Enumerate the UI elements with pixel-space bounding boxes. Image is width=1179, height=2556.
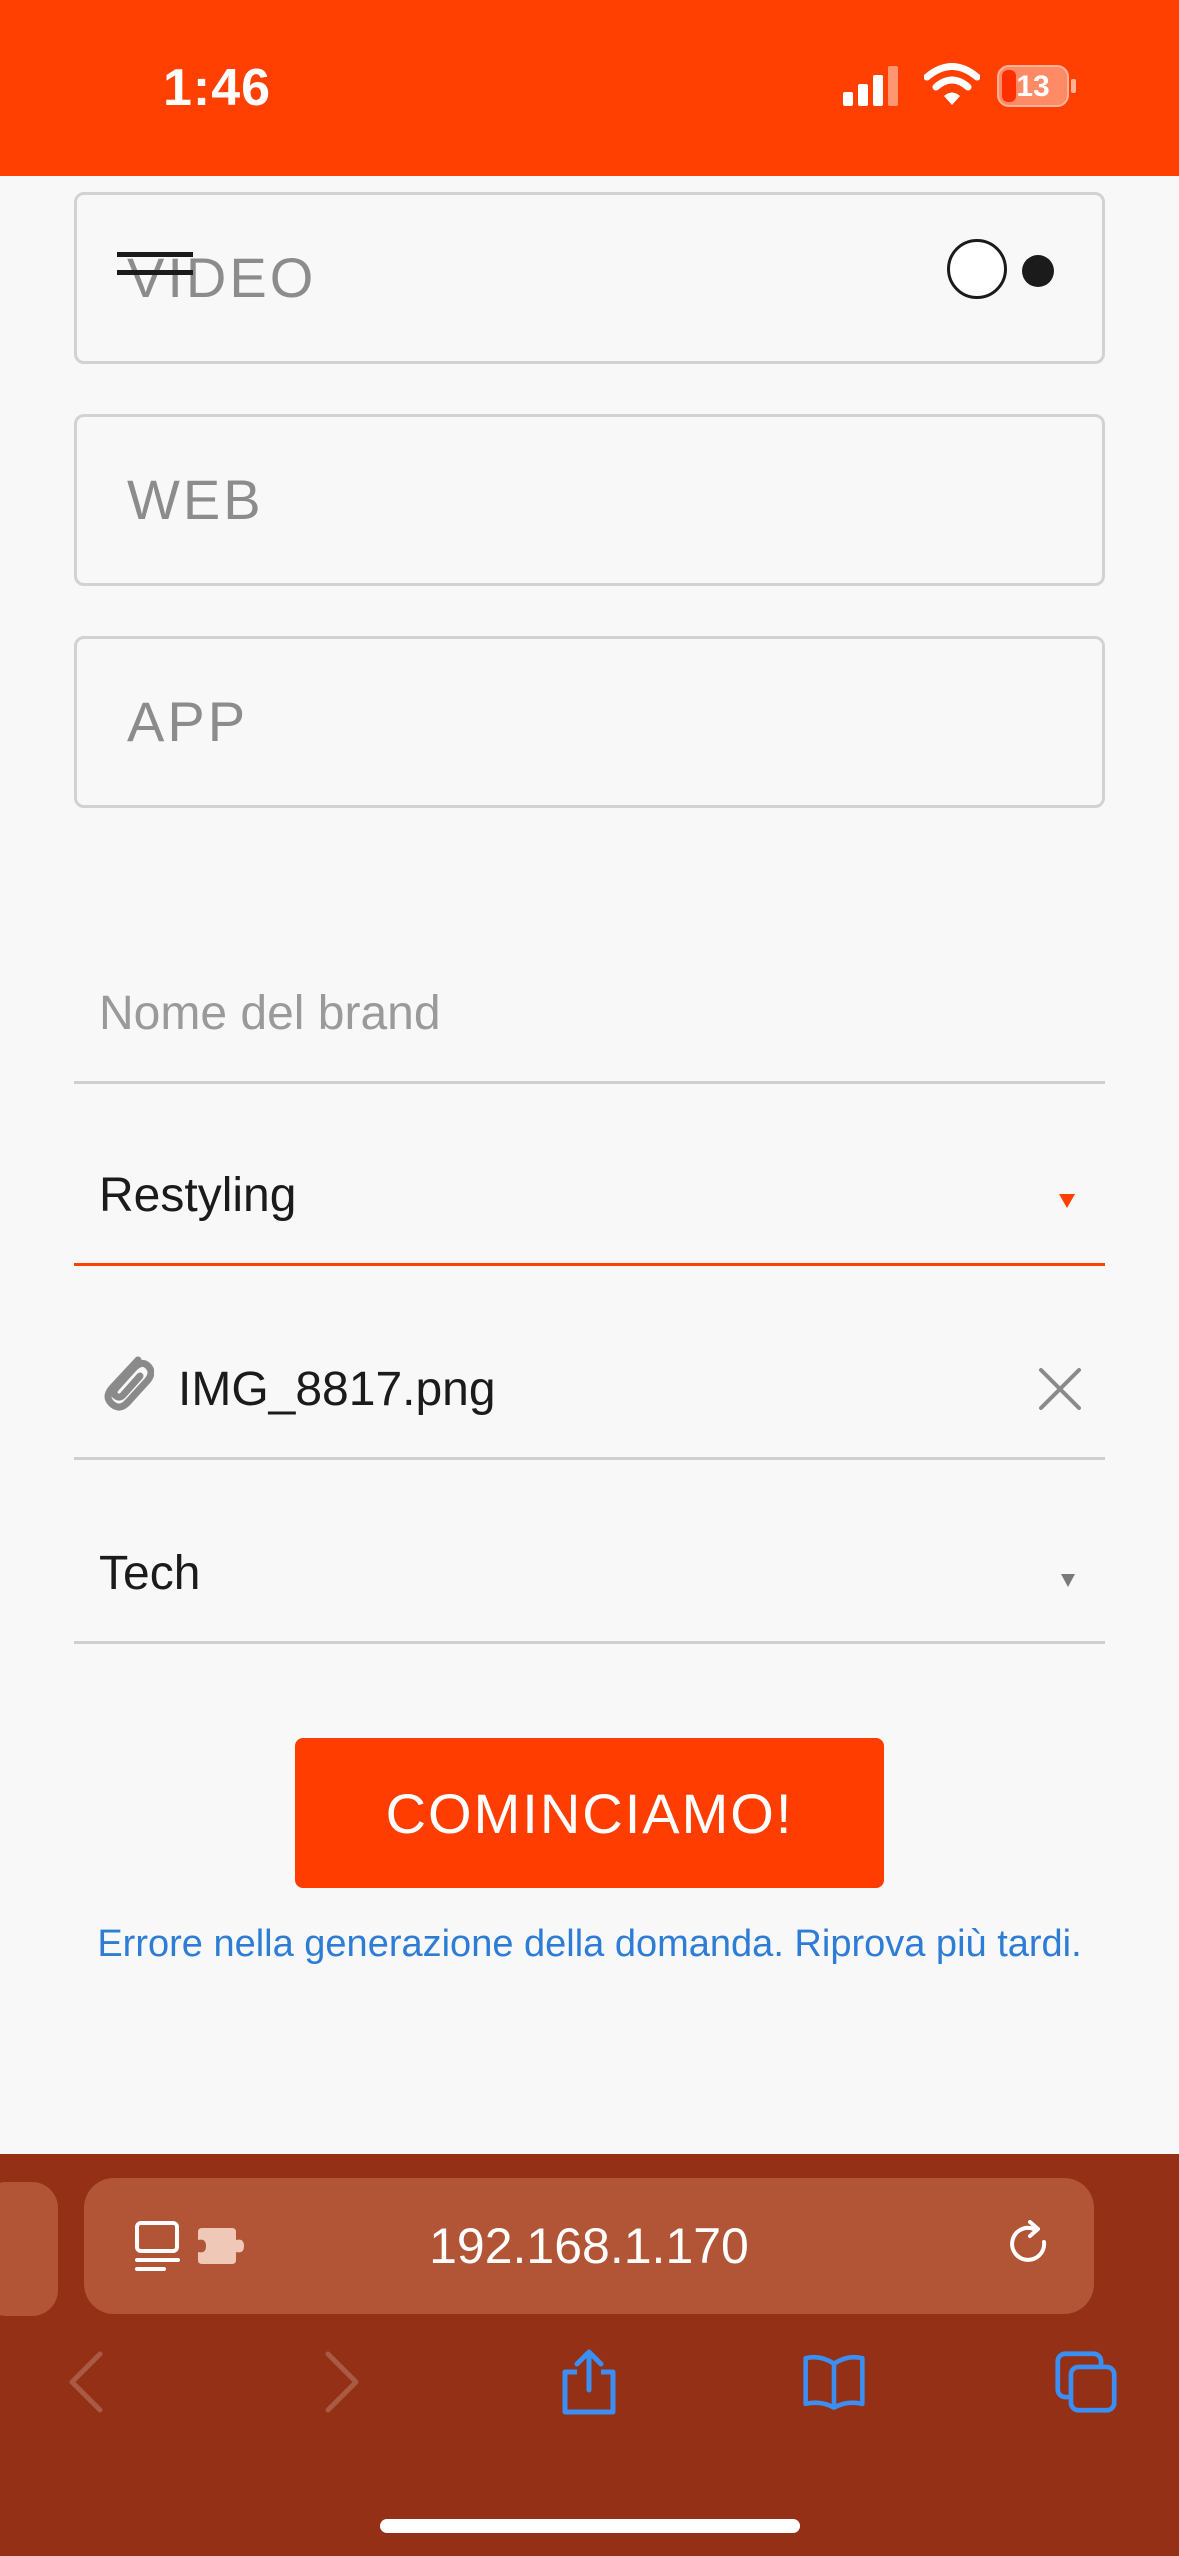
- brand-name-placeholder: Nome del brand: [99, 987, 441, 1040]
- service-select-value: Restyling: [99, 1169, 297, 1222]
- back-icon[interactable]: [56, 2348, 120, 2416]
- wifi-icon: [924, 63, 980, 105]
- sector-select[interactable]: Tech: [74, 1510, 1105, 1644]
- menu-icon[interactable]: [117, 252, 197, 282]
- option-label: WEB: [127, 468, 264, 531]
- attachment-field[interactable]: IMG_8817.png: [74, 1320, 1105, 1460]
- option-label: APP: [127, 690, 249, 753]
- submit-button[interactable]: COMINCIAMO!: [295, 1738, 884, 1888]
- forward-icon[interactable]: [308, 2348, 372, 2416]
- home-indicator[interactable]: [380, 2519, 800, 2533]
- reload-icon[interactable]: [1004, 2220, 1056, 2272]
- paperclip-icon: [104, 1356, 154, 1411]
- status-bar: 1:46 13: [0, 0, 1179, 176]
- toggle-dot: [1022, 255, 1054, 287]
- close-icon[interactable]: [1037, 1366, 1083, 1412]
- service-select[interactable]: Restyling: [74, 1130, 1105, 1266]
- chevron-down-icon: [1061, 1574, 1075, 1587]
- share-icon[interactable]: [557, 2348, 621, 2416]
- option-web[interactable]: WEB: [74, 414, 1105, 586]
- error-message: Errore nella generazione della domanda. …: [97, 1923, 1082, 1965]
- chevron-down-icon: [1059, 1194, 1075, 1208]
- bookmarks-icon[interactable]: [802, 2348, 866, 2416]
- option-app[interactable]: APP: [74, 636, 1105, 808]
- sector-select-value: Tech: [99, 1547, 201, 1600]
- status-time: 1:46: [163, 59, 272, 117]
- toggle-icon[interactable]: [947, 239, 1007, 299]
- previous-tab[interactable]: [0, 2182, 58, 2316]
- signal-icon: [843, 66, 898, 106]
- attachment-filename: IMG_8817.png: [178, 1363, 496, 1416]
- url-text: 192.168.1.170: [429, 2218, 749, 2274]
- option-video[interactable]: VIDEO: [74, 192, 1105, 364]
- tabs-icon[interactable]: [1054, 2348, 1118, 2416]
- address-bar[interactable]: 192.168.1.170: [84, 2178, 1094, 2314]
- brand-name-input[interactable]: Nome del brand: [74, 960, 1105, 1084]
- battery-level: 13: [1016, 70, 1050, 103]
